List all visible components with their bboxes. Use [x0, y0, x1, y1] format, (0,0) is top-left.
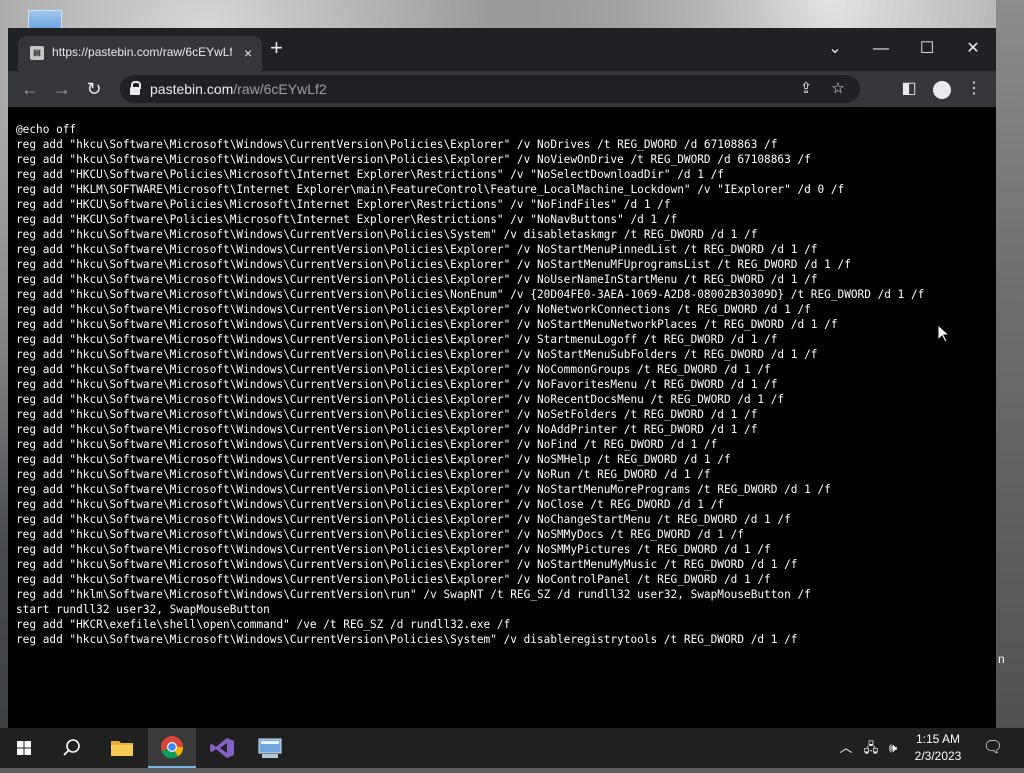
windows-logo-icon — [17, 741, 31, 755]
code-line: reg add "hkcu\Software\Microsoft\Windows… — [16, 318, 838, 331]
show-hidden-icons-chevron-icon[interactable]: ︿ — [836, 728, 856, 768]
taskbar-file-explorer[interactable] — [98, 728, 146, 768]
code-line: reg add "hkcu\Software\Microsoft\Windows… — [16, 513, 791, 526]
url-host: pastebin.com — [150, 81, 234, 97]
clock-date: 2/3/2023 — [914, 749, 962, 763]
code-line: reg add "hkcu\Software\Microsoft\Windows… — [16, 258, 851, 271]
code-line: reg add "hkcu\Software\Microsoft\Windows… — [16, 333, 778, 346]
network-computer-icon — [258, 738, 282, 758]
code-line: reg add "hkcu\Software\Microsoft\Windows… — [16, 633, 798, 646]
tab-title: https://pastebin.com/raw/6cEYwLf2 — [52, 45, 232, 59]
raw-paste-text: @echo off reg add "hkcu\Software\Microsof… — [16, 122, 976, 647]
url-text[interactable]: pastebin.com/raw/6cEYwLf2 — [150, 81, 327, 97]
code-line: reg add "hkcu\Software\Microsoft\Windows… — [16, 468, 711, 481]
code-line: reg add "hkcu\Software\Microsoft\Windows… — [16, 483, 831, 496]
taskbar-chrome[interactable] — [148, 728, 196, 768]
taskbar-visual-studio[interactable] — [198, 728, 246, 768]
taskbar-network-app[interactable] — [246, 728, 294, 768]
code-line: reg add "hkcu\Software\Microsoft\Windows… — [16, 543, 771, 556]
code-line: reg add "hkcu\Software\Microsoft\Windows… — [16, 243, 818, 256]
address-bar[interactable]: pastebin.com/raw/6cEYwLf2 ⇪ ☆ — [120, 75, 860, 103]
tab-search-button[interactable]: ⌄ — [812, 34, 858, 64]
code-line: reg add "hkcu\Software\Microsoft\Windows… — [16, 228, 758, 241]
code-line: reg add "hkcu\Software\Microsoft\Windows… — [16, 303, 811, 316]
tab-pastebin[interactable]: ▤ https://pastebin.com/raw/6cEYwLf2 × — [18, 36, 262, 71]
clock[interactable]: 1:15 AM 2/3/2023 — [904, 731, 972, 765]
browser-toolbar: ← → ↻ pastebin.com/raw/6cEYwLf2 ⇪ ☆ ◧ ⋮ — [8, 71, 996, 107]
start-button[interactable] — [0, 728, 48, 768]
desktop-edge-text: n — [998, 652, 1005, 666]
forward-arrow-icon[interactable]: → — [49, 76, 75, 102]
desktop-background-window-edge — [996, 0, 1024, 728]
code-line: reg add "hkcu\Software\Microsoft\Windows… — [16, 573, 771, 586]
code-line: start rundll32 user32, SwapMouseButton — [16, 603, 270, 616]
code-line: @echo off — [16, 123, 77, 136]
code-line: reg add "hkcu\Software\Microsoft\Windows… — [16, 408, 758, 421]
code-line: reg add "hkcu\Software\Microsoft\Windows… — [16, 423, 758, 436]
code-line: reg add "hkcu\Software\Microsoft\Windows… — [16, 288, 925, 301]
url-path: /raw/6cEYwLf2 — [233, 81, 327, 97]
code-line: reg add "hkcu\Software\Microsoft\Windows… — [16, 558, 798, 571]
visual-studio-icon — [210, 738, 234, 758]
search-button[interactable] — [48, 728, 96, 768]
browser-window: ▤ https://pastebin.com/raw/6cEYwLf2 × + … — [8, 28, 996, 728]
profile-avatar-icon[interactable] — [933, 81, 951, 99]
lock-icon[interactable] — [130, 81, 141, 95]
title-bar: ▤ https://pastebin.com/raw/6cEYwLf2 × + … — [8, 28, 996, 71]
code-line: reg add "hkcu\Software\Microsoft\Windows… — [16, 273, 818, 286]
code-line: reg add "hkcu\Software\Microsoft\Windows… — [16, 528, 745, 541]
side-panel-icon[interactable]: ◧ — [896, 76, 922, 102]
back-arrow-icon[interactable]: ← — [17, 76, 43, 102]
new-tab-button[interactable]: + — [270, 37, 283, 59]
volume-icon[interactable]: 🕪 — [882, 728, 904, 768]
folder-icon — [111, 741, 133, 756]
notifications-icon[interactable]: 🗨 — [978, 728, 1008, 768]
pastebin-favicon-icon: ▤ — [30, 46, 44, 60]
bookmark-star-icon[interactable]: ☆ — [828, 79, 848, 99]
code-line: reg add "HKLM\SOFTWARE\Microsoft\Interne… — [16, 183, 845, 196]
mouse-pointer-icon — [938, 325, 950, 343]
code-line: reg add "hkcu\Software\Microsoft\Windows… — [16, 438, 718, 451]
code-line: reg add "hkcu\Software\Microsoft\Windows… — [16, 393, 785, 406]
close-window-button[interactable]: ✕ — [950, 34, 996, 64]
clock-time: 1:15 AM — [915, 732, 961, 746]
search-icon — [63, 739, 80, 756]
code-line: reg add "HKCU\Software\Policies\Microsof… — [16, 198, 671, 211]
code-line: reg add "HKCU\Software\Policies\Microsof… — [16, 168, 724, 181]
code-line: reg add "hkcu\Software\Microsoft\Windows… — [16, 138, 778, 151]
tab-close-button[interactable]: × — [244, 45, 252, 61]
code-line: reg add "hkcu\Software\Microsoft\Windows… — [16, 153, 811, 166]
page-content: @echo off reg add "hkcu\Software\Microsof… — [8, 107, 996, 728]
menu-kebab-icon[interactable]: ⋮ — [961, 76, 987, 102]
code-line: reg add "hklm\Software\Microsoft\Windows… — [16, 588, 811, 601]
code-line: reg add "hkcu\Software\Microsoft\Windows… — [16, 378, 778, 391]
minimize-button[interactable]: — — [858, 34, 904, 64]
code-line: reg add "hkcu\Software\Microsoft\Windows… — [16, 348, 818, 361]
share-icon[interactable]: ⇪ — [796, 79, 816, 99]
code-line: reg add "hkcu\Software\Microsoft\Windows… — [16, 453, 731, 466]
code-line: reg add "HKCU\Software\Policies\Microsof… — [16, 213, 678, 226]
taskbar: ︿ 🖧 🕪 1:15 AM 2/3/2023 🗨 — [0, 728, 1024, 768]
chrome-icon — [161, 736, 184, 759]
reload-icon[interactable]: ↻ — [81, 76, 107, 102]
code-line: reg add "hkcu\Software\Microsoft\Windows… — [16, 498, 724, 511]
maximize-button[interactable]: ☐ — [904, 34, 950, 64]
code-line: reg add "hkcu\Software\Microsoft\Windows… — [16, 363, 771, 376]
network-icon[interactable]: 🖧 — [860, 728, 882, 768]
code-line: reg add "HKCR\exefile\shell\open\command… — [16, 618, 511, 631]
